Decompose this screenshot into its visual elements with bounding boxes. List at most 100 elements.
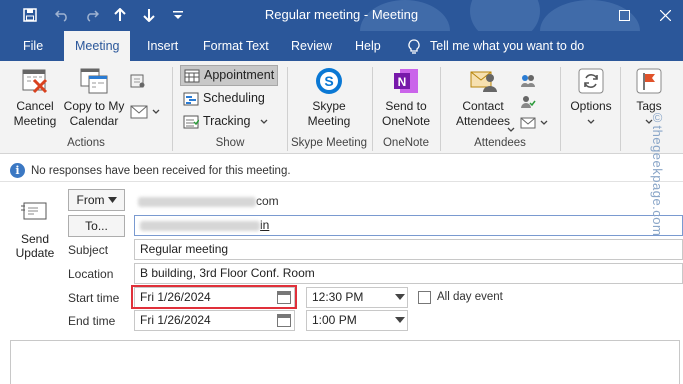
tell-me-label: Tell me what you want to do: [430, 39, 585, 53]
ribbon-separator: [560, 67, 561, 151]
tab-review[interactable]: Review: [280, 31, 343, 61]
tab-insert[interactable]: Insert: [136, 31, 189, 61]
send-envelope-icon: [20, 198, 50, 226]
redacted-email: [140, 220, 260, 231]
restore-icon[interactable]: [606, 2, 642, 28]
lightbulb-icon: [408, 39, 420, 54]
from-address: com: [138, 194, 279, 208]
chevron-down-icon: [261, 119, 268, 124]
copy-to-calendar-button[interactable]: Copy to My Calendar: [60, 65, 128, 129]
contact-attendees-icon: [467, 65, 499, 97]
refresh-options-icon: [575, 65, 607, 97]
scheduling-button[interactable]: Scheduling: [180, 88, 268, 109]
cancel-meeting-label: Cancel Meeting: [13, 99, 57, 128]
all-day-checkbox[interactable]: [418, 291, 431, 304]
options-button[interactable]: Options: [566, 65, 616, 129]
chevron-down-icon: [152, 109, 160, 114]
skype-meeting-button[interactable]: S Skype Meeting: [298, 65, 360, 129]
subject-input[interactable]: Regular meeting: [134, 239, 683, 260]
group-label-onenote: OneNote: [382, 137, 430, 149]
end-time-select[interactable]: 1:00 PM: [306, 310, 408, 331]
appointment-label: Appointment: [204, 68, 275, 82]
highlight-box: [131, 285, 297, 309]
start-time-label: Start time: [68, 291, 120, 305]
onenote-icon: N: [390, 65, 422, 97]
location-label: Location: [68, 267, 114, 281]
send-to-onenote-button[interactable]: N Send to OneNote: [378, 65, 434, 129]
send-to-onenote-label: Send to OneNote: [381, 99, 431, 128]
options-label: Options: [570, 99, 612, 113]
message-body[interactable]: [10, 340, 680, 384]
dropdown-arrow-icon: [395, 317, 405, 323]
response-icon: [520, 117, 536, 129]
svg-text:S: S: [324, 73, 333, 89]
skype-icon: S: [313, 65, 345, 97]
cancel-meeting-button[interactable]: Cancel Meeting: [6, 65, 64, 129]
to-label: To...: [85, 219, 108, 233]
end-time-value: 1:00 PM: [312, 313, 357, 327]
watermark: ©thegeekpage.com: [650, 110, 665, 237]
svg-text:N: N: [398, 75, 407, 89]
to-field[interactable]: in: [134, 215, 683, 236]
group-label-actions: Actions: [67, 137, 105, 149]
response-options-button[interactable]: [520, 115, 548, 131]
chevron-down-icon: [587, 119, 595, 124]
tell-me-search[interactable]: Tell me what you want to do: [408, 31, 584, 61]
start-time-value: 12:30 PM: [312, 290, 364, 304]
tracking-button[interactable]: Tracking: [180, 111, 271, 132]
all-day-label: All day event: [437, 291, 503, 303]
end-time-label: End time: [68, 314, 116, 328]
dropdown-arrow-icon: [395, 294, 405, 300]
tags-button[interactable]: Tags: [626, 65, 672, 129]
from-domain: com: [256, 194, 279, 208]
respond-options-button[interactable]: [130, 105, 160, 119]
tab-format-text[interactable]: Format Text: [192, 31, 280, 61]
start-time-select[interactable]: 12:30 PM: [306, 287, 408, 308]
end-date-picker[interactable]: Fri 1/26/2024: [134, 310, 295, 331]
group-label-show: Show: [215, 137, 245, 149]
chevron-down-icon: [107, 197, 117, 203]
tab-file[interactable]: File: [12, 31, 54, 61]
info-bar: i No responses have been received for th…: [0, 160, 683, 182]
tab-help[interactable]: Help: [344, 31, 392, 61]
check-names-icon[interactable]: [520, 94, 536, 113]
contact-attendees-label: Contact Attendees: [455, 99, 511, 128]
info-icon: i: [10, 163, 25, 178]
address-book-icon[interactable]: [520, 73, 536, 92]
group-label-skype: Skype Meeting: [290, 137, 368, 149]
skype-meeting-label: Skype Meeting: [307, 99, 351, 128]
contact-attendees-button[interactable]: Contact Attendees: [448, 65, 518, 129]
end-date-value: Fri 1/26/2024: [140, 313, 211, 327]
scheduling-label: Scheduling: [203, 91, 265, 105]
to-button[interactable]: To...: [68, 215, 125, 237]
calendar-icon[interactable]: [277, 314, 291, 327]
copy-to-calendar-label: Copy to My Calendar: [63, 99, 125, 128]
ribbon: Cancel Meeting Copy to My Calendar Actio…: [0, 61, 683, 154]
title-bar: Regular meeting - Meeting: [0, 0, 683, 62]
forward-icon[interactable]: [130, 73, 146, 92]
chevron-down-icon[interactable]: [507, 127, 515, 133]
window-title: Regular meeting - Meeting: [264, 7, 419, 22]
send-update-label: Send Update: [15, 232, 55, 260]
tab-meeting[interactable]: Meeting: [64, 31, 131, 61]
envelope-icon: [130, 105, 148, 119]
redacted-email: [138, 196, 256, 207]
calendar-grid-icon: [184, 69, 200, 82]
from-label: From: [76, 193, 105, 207]
from-button[interactable]: From: [68, 189, 125, 211]
location-input[interactable]: B building, 3rd Floor Conf. Room: [134, 263, 683, 284]
close-icon[interactable]: [647, 2, 683, 28]
to-domain: in: [260, 218, 270, 232]
calendar-copy-icon: [78, 65, 110, 97]
scheduling-icon: [183, 92, 199, 105]
send-update-button[interactable]: Send Update: [10, 192, 60, 264]
tracking-icon: [183, 115, 199, 128]
subject-label: Subject: [68, 243, 109, 257]
flag-icon: [633, 65, 665, 97]
ribbon-separator: [620, 67, 621, 151]
info-text: No responses have been received for this…: [31, 164, 291, 177]
appointment-button[interactable]: Appointment: [180, 65, 279, 86]
tracking-label: Tracking: [203, 114, 251, 128]
calendar-cancel-icon: [19, 65, 51, 97]
group-label-attendees: Attendees: [474, 137, 526, 149]
